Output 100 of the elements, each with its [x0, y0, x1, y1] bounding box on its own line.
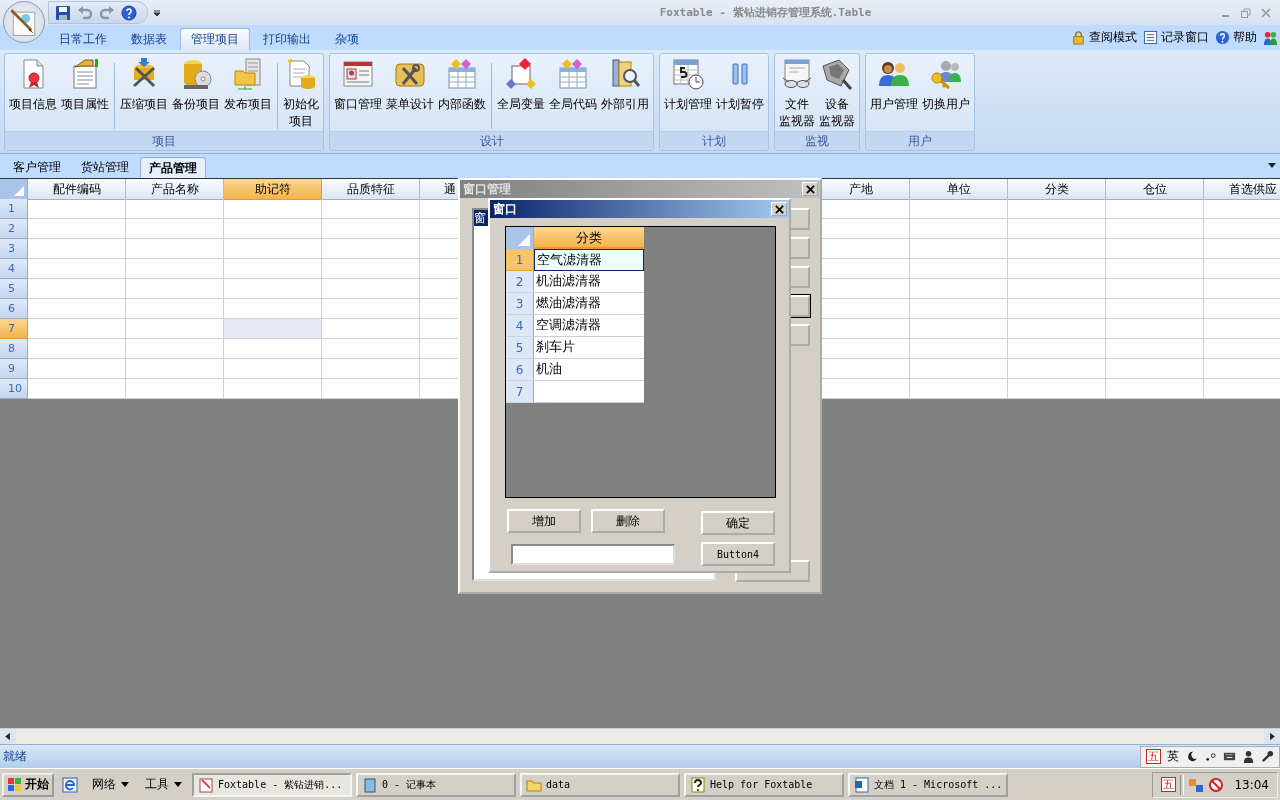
- table-cell[interactable]: [126, 339, 224, 359]
- wrench-icon[interactable]: [1261, 750, 1274, 763]
- ribbon-button[interactable]: 窗口管理: [332, 57, 384, 114]
- row-header[interactable]: 2: [506, 271, 534, 293]
- table-cell[interactable]: [910, 259, 1008, 279]
- ribbon-button[interactable]: 用户管理: [868, 57, 920, 114]
- table-cell[interactable]: [126, 239, 224, 259]
- ribbon-link[interactable]: 帮助: [1215, 29, 1257, 46]
- punctuation-icon[interactable]: [1204, 750, 1217, 763]
- table-cell[interactable]: [224, 359, 322, 379]
- table-cell[interactable]: [224, 279, 322, 299]
- ribbon-button[interactable]: 切换用户: [920, 57, 972, 114]
- sheet-tab[interactable]: 客户管理: [4, 157, 70, 178]
- ribbon-tab[interactable]: 打印输出: [252, 28, 322, 50]
- ribbon-button[interactable]: 菜单设计: [384, 57, 436, 114]
- table-cell[interactable]: [910, 279, 1008, 299]
- ribbon-tab[interactable]: 杂项: [324, 28, 370, 50]
- ribbon-button[interactable]: 压缩项目: [118, 57, 170, 114]
- table-cell[interactable]: [1106, 239, 1204, 259]
- column-header[interactable]: 品质特征: [322, 179, 420, 200]
- table-cell[interactable]: [1106, 199, 1204, 219]
- row-header[interactable]: 4: [506, 315, 534, 337]
- table-cell[interactable]: [28, 259, 126, 279]
- table-cell[interactable]: [1008, 239, 1106, 259]
- table-cell[interactable]: [910, 239, 1008, 259]
- table-cell[interactable]: [1106, 259, 1204, 279]
- close-icon[interactable]: [1260, 6, 1272, 19]
- table-cell[interactable]: [28, 359, 126, 379]
- ime-label[interactable]: 五: [1146, 749, 1161, 764]
- taskbar-button[interactable]: data: [520, 772, 680, 797]
- column-header[interactable]: 产品名称: [126, 179, 224, 200]
- table-cell[interactable]: [28, 239, 126, 259]
- column-header[interactable]: 助记符: [224, 179, 322, 200]
- table-cell[interactable]: 机油: [534, 359, 644, 381]
- column-header[interactable]: 配件编码: [28, 179, 126, 200]
- dropdown-caret-icon[interactable]: [1268, 163, 1276, 169]
- table-cell[interactable]: [28, 319, 126, 339]
- table-cell[interactable]: [224, 239, 322, 259]
- table-cell[interactable]: [28, 219, 126, 239]
- ribbon-button[interactable]: 备份项目: [170, 57, 222, 114]
- row-header[interactable]: 8: [0, 339, 28, 359]
- table-cell[interactable]: 燃油滤清器: [534, 293, 644, 315]
- table-cell[interactable]: [1106, 219, 1204, 239]
- scroll-right-icon[interactable]: [1264, 729, 1280, 744]
- table-cell[interactable]: [126, 279, 224, 299]
- table-cell[interactable]: [1106, 279, 1204, 299]
- ribbon-button[interactable]: 全局代码: [547, 57, 599, 114]
- row-header[interactable]: 5: [0, 279, 28, 299]
- users-icon[interactable]: [1263, 30, 1278, 45]
- column-header[interactable]: 首选供应: [1204, 179, 1280, 200]
- close-button[interactable]: [771, 202, 787, 216]
- column-header[interactable]: 仓位: [1106, 179, 1204, 200]
- table-cell[interactable]: [1008, 259, 1106, 279]
- toolbar-menu[interactable]: 工具: [139, 776, 188, 793]
- table-cell[interactable]: [1008, 319, 1106, 339]
- scroll-left-icon[interactable]: [0, 729, 16, 744]
- delete-button[interactable]: 删除: [591, 509, 665, 533]
- row-header[interactable]: 4: [0, 259, 28, 279]
- horizontal-scrollbar[interactable]: [0, 728, 1280, 744]
- table-cell[interactable]: 刹车片: [534, 337, 644, 359]
- table-cell[interactable]: [1106, 319, 1204, 339]
- row-header[interactable]: 2: [0, 219, 28, 239]
- row-header[interactable]: 9: [0, 359, 28, 379]
- moon-icon[interactable]: [1185, 750, 1198, 763]
- table-cell[interactable]: [1008, 299, 1106, 319]
- ime-label[interactable]: 五: [1161, 777, 1177, 792]
- table-cell[interactable]: [224, 339, 322, 359]
- customize-caret-icon[interactable]: [153, 8, 161, 17]
- table-cell[interactable]: [1008, 199, 1106, 219]
- toolbar-menu[interactable]: 网络: [86, 776, 135, 793]
- ribbon-link[interactable]: 记录窗口: [1143, 29, 1209, 46]
- table-cell[interactable]: [224, 199, 322, 219]
- tray-network-icon[interactable]: [1188, 776, 1205, 793]
- select-all-corner[interactable]: [506, 227, 534, 249]
- ribbon-button[interactable]: 文件 监视器: [777, 57, 817, 131]
- table-cell[interactable]: [1008, 339, 1106, 359]
- table-cell[interactable]: [126, 199, 224, 219]
- ribbon-button[interactable]: 初始化 项目: [281, 57, 321, 131]
- ribbon-button[interactable]: 发布项目: [222, 57, 274, 114]
- table-cell[interactable]: [126, 219, 224, 239]
- column-header[interactable]: 单位: [910, 179, 1008, 200]
- ribbon-tab[interactable]: 日常工作: [48, 28, 118, 50]
- table-cell[interactable]: [322, 359, 420, 379]
- table-cell[interactable]: [126, 359, 224, 379]
- column-header[interactable]: 分类: [1008, 179, 1106, 200]
- ribbon-button[interactable]: 外部引用: [599, 57, 651, 114]
- taskbar-button[interactable]: 0 - 记事本: [356, 772, 516, 797]
- ribbon-button[interactable]: 设备 监视器: [817, 57, 857, 131]
- table-cell[interactable]: [322, 239, 420, 259]
- row-header[interactable]: 1: [506, 249, 534, 271]
- ribbon-button[interactable]: 内部函数: [436, 57, 488, 114]
- table-cell[interactable]: [1106, 359, 1204, 379]
- table-cell[interactable]: [322, 339, 420, 359]
- taskbar-button[interactable]: 文档 1 - Microsoft ...: [848, 772, 1008, 797]
- table-cell[interactable]: [1008, 279, 1106, 299]
- row-header[interactable]: 3: [506, 293, 534, 315]
- table-cell[interactable]: [1106, 299, 1204, 319]
- taskbar-button[interactable]: Help for Foxtable: [684, 772, 844, 797]
- table-cell[interactable]: 机油滤清器: [534, 271, 644, 293]
- table-cell[interactable]: [322, 219, 420, 239]
